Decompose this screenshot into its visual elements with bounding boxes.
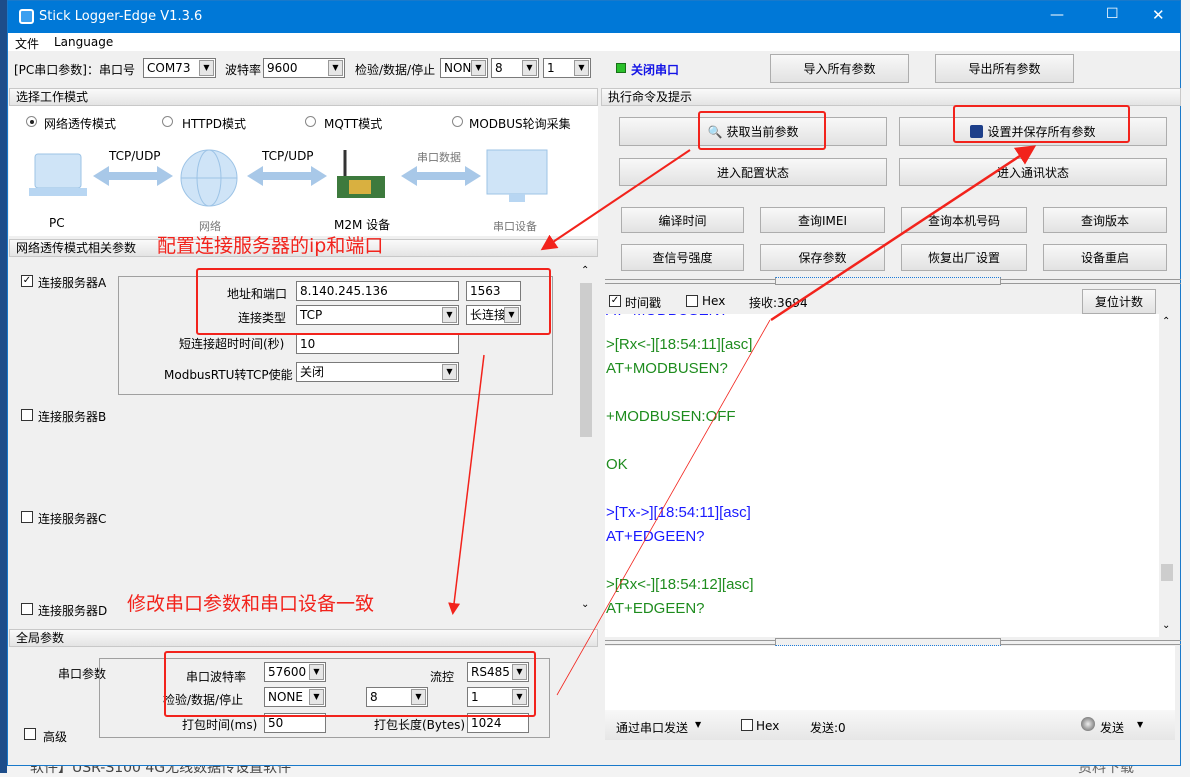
arrow <box>770 145 1037 322</box>
annotation-arrows <box>448 145 1037 696</box>
arrow <box>448 354 485 615</box>
arrow <box>540 149 691 251</box>
arrow <box>556 319 771 696</box>
